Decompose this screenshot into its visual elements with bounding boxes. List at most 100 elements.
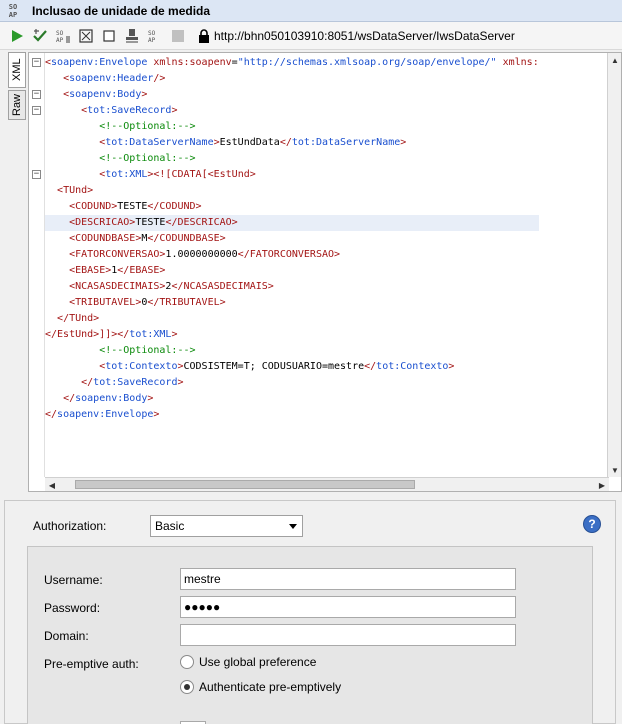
endpoint-url-box[interactable]: http://bhn050103910:8051/wsDataServer/Iw… [198, 25, 515, 47]
lock-icon [199, 28, 209, 43]
code-token: xmlns:soapenv [147, 57, 232, 68]
code-line[interactable]: <FATORCONVERSAO>1.0000000000</FATORCONVE… [45, 247, 539, 263]
code-token: </DESCRICAO> [165, 217, 238, 228]
tab-xml[interactable]: XML [8, 52, 26, 88]
code-token: <!--Optional:--> [99, 153, 196, 164]
code-token: </NCASASDECIMAIS> [171, 281, 274, 292]
code-line[interactable]: <tot:Contexto>CODSISTEM=T; CODUSUARIO=me… [45, 359, 539, 375]
stamp-button[interactable] [121, 25, 143, 47]
fold-toggle-saverecord[interactable]: − [32, 106, 41, 115]
code-line[interactable]: <DESCRICAO>TESTE</DESCRICAO> [45, 215, 539, 231]
help-icon[interactable]: ? [583, 515, 601, 533]
code-token: </ [364, 361, 377, 372]
authorization-select[interactable]: Basic [150, 515, 303, 537]
disabled-icon [172, 29, 184, 42]
code-token: <EBASE> [69, 265, 112, 276]
fold-toggle-envelope[interactable]: − [32, 58, 41, 67]
scroll-left-arrow[interactable]: ◀ [45, 478, 59, 491]
code-line[interactable]: <!--Optional:--> [45, 151, 539, 167]
tab-xml-label: XML [11, 58, 23, 82]
code-line[interactable]: </tot:SaveRecord> [45, 375, 539, 391]
code-line[interactable]: <TUnd> [45, 183, 539, 199]
code-token: soapenv:Header [69, 73, 154, 84]
authorization-label: Authorization: [33, 519, 107, 533]
code-line[interactable]: </EstUnd>]]></tot:XML> [45, 327, 539, 343]
code-line[interactable]: <tot:DataServerName>EstUndData</tot:Data… [45, 135, 539, 151]
code-token: EstUndData [219, 137, 280, 148]
soap-tool-button[interactable]: SO AP [52, 25, 74, 47]
basic-auth-form: Username: mestre Password: ●●●●● Domain:… [27, 546, 593, 724]
fold-toggle-body[interactable]: − [32, 90, 41, 99]
radio-global-preference[interactable]: Use global preference [180, 655, 316, 669]
horizontal-scroll-thumb[interactable] [75, 480, 415, 489]
fold-gutter: − − − − [29, 53, 45, 477]
code-token: xmlns: [496, 57, 539, 68]
username-label: Username: [44, 573, 103, 587]
code-line[interactable]: <soapenv:Body> [45, 87, 539, 103]
scroll-down-arrow[interactable]: ▼ [608, 463, 621, 477]
disabled-button[interactable] [167, 25, 189, 47]
code-token: <NCASASDECIMAIS> [69, 281, 166, 292]
code-line[interactable]: </soapenv:Body> [45, 391, 539, 407]
validate-button[interactable] [29, 25, 51, 47]
code-token: <!--Optional:--> [99, 345, 196, 356]
code-token: > [141, 89, 148, 100]
code-line[interactable]: </soapenv:Envelope> [45, 407, 539, 423]
code-line[interactable]: <NCASASDECIMAIS>2</NCASASDECIMAIS> [45, 279, 539, 295]
code-line[interactable]: <soapenv:Envelope xmlns:soapenv="http://… [45, 55, 539, 71]
code-line[interactable]: <!--Optional:--> [45, 343, 539, 359]
password-field[interactable]: ●●●●● [180, 596, 516, 618]
username-field[interactable]: mestre [180, 568, 516, 590]
code-line[interactable]: <tot:XML><![CDATA[<EstUnd> [45, 167, 539, 183]
code-token: </EBASE> [117, 265, 166, 276]
code-token: </ [63, 393, 76, 404]
code-token: tot:DataServerName [105, 137, 214, 148]
code-token: soapenv:Body [75, 393, 148, 404]
scroll-up-arrow[interactable]: ▲ [608, 53, 621, 67]
code-token: soapenv:Envelope [51, 57, 148, 68]
stop-button[interactable] [98, 25, 120, 47]
code-token: <CODUNDBASE> [69, 233, 142, 244]
soap-tool-button-2[interactable]: SO AP [144, 25, 166, 47]
code-line[interactable]: <TRIBUTAVEL>0</TRIBUTAVEL> [45, 295, 539, 311]
code-token: /> [153, 73, 166, 84]
soap-badge-icon: SO AP [0, 0, 26, 22]
code-token: <![CDATA[<EstUnd> [153, 169, 256, 180]
code-token: </TRIBUTAVEL> [147, 297, 226, 308]
fold-toggle-xml[interactable]: − [32, 170, 41, 179]
code-line[interactable]: <CODUND>TESTE</CODUND> [45, 199, 539, 215]
vertical-scrollbar[interactable]: ▲ ▼ [607, 53, 621, 477]
code-token: <TUnd> [57, 185, 94, 196]
code-token: TESTE [117, 201, 148, 212]
soap-icon: SOAP [56, 30, 70, 44]
code-line[interactable]: <EBASE>1</EBASE> [45, 263, 539, 279]
code-token: </EstUnd>]]> [45, 329, 118, 340]
domain-label: Domain: [44, 629, 89, 643]
code-token: tot:XML [105, 169, 148, 180]
code-line[interactable]: <tot:SaveRecord> [45, 103, 539, 119]
window-title: Inclusao de unidade de medida [32, 3, 211, 18]
radio-authenticate-preemptively[interactable]: Authenticate pre-emptively [180, 680, 341, 694]
fullscreen-button[interactable] [75, 25, 97, 47]
tab-raw[interactable]: Raw [8, 90, 26, 120]
play-button[interactable] [6, 25, 28, 47]
xml-editor[interactable]: − − − − <soapenv:Envelope xmlns:soapenv=… [28, 52, 622, 492]
authorization-selected: Basic [155, 519, 185, 533]
svg-text:AP: AP [148, 37, 156, 44]
code-line[interactable]: <soapenv:Header/> [45, 71, 539, 87]
radio-circle-unchecked [180, 655, 194, 669]
stop-icon [103, 29, 115, 42]
code-line[interactable]: <!--Optional:--> [45, 119, 539, 135]
code-token: tot:SaveRecord [93, 377, 178, 388]
code-token: CODSISTEM=T; CODUSUARIO=mestre [183, 361, 365, 372]
xml-code[interactable]: <soapenv:Envelope xmlns:soapenv="http://… [45, 55, 539, 423]
code-line[interactable]: <CODUNDBASE>M</CODUNDBASE> [45, 231, 539, 247]
preemptive-label: Pre-emptive auth: [44, 657, 139, 671]
endpoint-url[interactable]: http://bhn050103910:8051/wsDataServer/Iw… [214, 29, 515, 43]
scroll-right-arrow[interactable]: ▶ [595, 478, 609, 491]
domain-field[interactable] [180, 624, 516, 646]
badge-bottom: AP [8, 10, 18, 19]
code-line[interactable]: </TUnd> [45, 311, 539, 327]
code-token: "http://schemas.xmlsoap.org/soap/envelop… [237, 57, 497, 68]
horizontal-scrollbar[interactable]: ◀ ▶ [45, 477, 609, 491]
